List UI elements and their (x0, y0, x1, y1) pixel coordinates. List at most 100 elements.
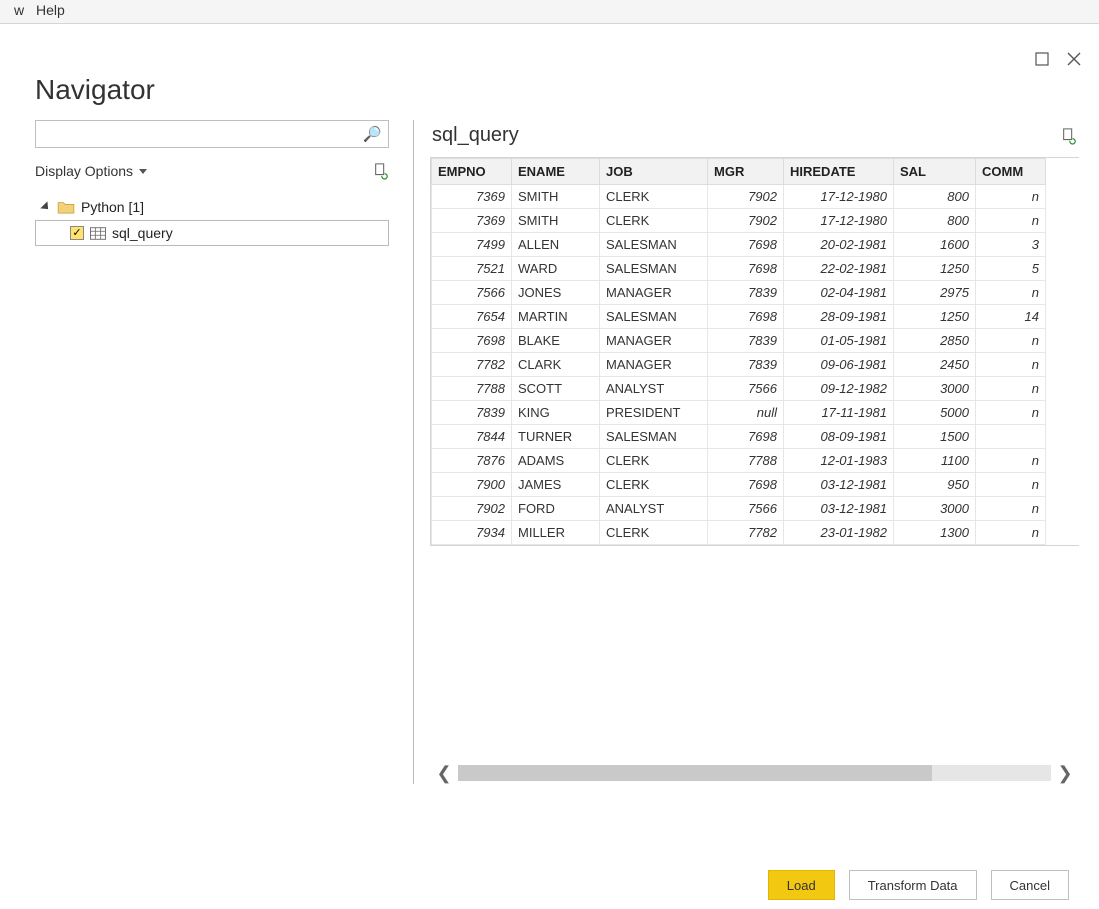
cell: 7782 (432, 353, 512, 377)
search-input[interactable] (44, 122, 361, 146)
table-row[interactable]: 7499ALLENSALESMAN769820-02-198116003 (432, 233, 1046, 257)
preview-refresh-icon[interactable] (1061, 127, 1077, 145)
cancel-button[interactable]: Cancel (991, 870, 1069, 900)
cell: SMITH (512, 185, 600, 209)
cell: SALESMAN (600, 233, 708, 257)
cell: 02-04-1981 (784, 281, 894, 305)
cell: 7839 (708, 329, 784, 353)
cell: 1250 (894, 305, 976, 329)
tree-node-label: Python [1] (81, 199, 144, 215)
table-row[interactable]: 7566JONESMANAGER783902-04-19812975n (432, 281, 1046, 305)
table-row[interactable]: 7654MARTINSALESMAN769828-09-1981125014 (432, 305, 1046, 329)
table-row[interactable]: 7369SMITHCLERK790217-12-1980800n (432, 209, 1046, 233)
scroll-track[interactable] (458, 765, 1051, 781)
table-row[interactable]: 7902FORDANALYST756603-12-19813000n (432, 497, 1046, 521)
column-header[interactable]: SAL (894, 159, 976, 185)
table-row[interactable]: 7369SMITHCLERK790217-12-1980800n (432, 185, 1046, 209)
cell: 7499 (432, 233, 512, 257)
cell: 1600 (894, 233, 976, 257)
column-header[interactable]: HIREDATE (784, 159, 894, 185)
cell: 7566 (708, 377, 784, 401)
cell: 14 (976, 305, 1046, 329)
cell: ALLEN (512, 233, 600, 257)
table-row[interactable]: 7782CLARKMANAGER783909-06-19812450n (432, 353, 1046, 377)
column-header[interactable]: EMPNO (432, 159, 512, 185)
cell: 17-11-1981 (784, 401, 894, 425)
table-row[interactable]: 7698BLAKEMANAGER783901-05-19812850n (432, 329, 1046, 353)
tree-checkbox[interactable] (70, 226, 84, 240)
dialog-footer: Load Transform Data Cancel (0, 870, 1099, 900)
cell: CLERK (600, 185, 708, 209)
cell: 7902 (708, 209, 784, 233)
cell: CLARK (512, 353, 600, 377)
cell: ANALYST (600, 497, 708, 521)
cell: 7902 (708, 185, 784, 209)
horizontal-scrollbar[interactable]: ❮ ❯ (430, 762, 1079, 784)
tree-node-database[interactable]: Python [1] (35, 194, 389, 220)
cell: 7566 (432, 281, 512, 305)
table-row[interactable]: 7934MILLERCLERK778223-01-19821300n (432, 521, 1046, 545)
cell: 7788 (432, 377, 512, 401)
tree-node-table[interactable]: sql_query (35, 220, 389, 246)
load-button[interactable]: Load (768, 870, 835, 900)
search-box[interactable]: 🔍 (35, 120, 389, 148)
table-row[interactable]: 7788SCOTTANALYST756609-12-19823000n (432, 377, 1046, 401)
cell: TURNER (512, 425, 600, 449)
cell: 5 (976, 257, 1046, 281)
cell: 17-12-1980 (784, 209, 894, 233)
cell: KING (512, 401, 600, 425)
cell: n (976, 377, 1046, 401)
dialog-title: Navigator (0, 24, 1099, 112)
table-row[interactable]: 7839KINGPRESIDENTnull17-11-19815000n (432, 401, 1046, 425)
display-options-dropdown[interactable]: Display Options (35, 163, 147, 179)
column-header[interactable]: COMM (976, 159, 1046, 185)
table-row[interactable]: 7900JAMESCLERK769803-12-1981950n (432, 473, 1046, 497)
table-row[interactable]: 7876ADAMSCLERK778812-01-19831100n (432, 449, 1046, 473)
window-controls (1035, 52, 1081, 66)
menubar: w Help (0, 0, 1099, 24)
menu-item-help[interactable]: Help (22, 0, 79, 21)
refresh-icon[interactable] (373, 162, 389, 180)
tree-expand-icon[interactable] (40, 201, 51, 212)
cell: 7934 (432, 521, 512, 545)
cell: 7698 (708, 305, 784, 329)
cell: 800 (894, 209, 976, 233)
cell: 7844 (432, 425, 512, 449)
table-row[interactable]: 7521WARDSALESMAN769822-02-198112505 (432, 257, 1046, 281)
cell: 17-12-1980 (784, 185, 894, 209)
cell: MILLER (512, 521, 600, 545)
table-row[interactable]: 7844TURNERSALESMAN769808-09-19811500 (432, 425, 1046, 449)
cell: FORD (512, 497, 600, 521)
cell: 08-09-1981 (784, 425, 894, 449)
transform-data-button[interactable]: Transform Data (849, 870, 977, 900)
maximize-icon[interactable] (1035, 52, 1049, 66)
cell: 3000 (894, 377, 976, 401)
column-header[interactable]: JOB (600, 159, 708, 185)
scroll-right-icon[interactable]: ❯ (1051, 762, 1079, 784)
cell: 7654 (432, 305, 512, 329)
column-header[interactable]: MGR (708, 159, 784, 185)
cell: 800 (894, 185, 976, 209)
scroll-left-icon[interactable]: ❮ (430, 762, 458, 784)
cell: 7876 (432, 449, 512, 473)
cell: 22-02-1981 (784, 257, 894, 281)
cell: 2850 (894, 329, 976, 353)
cell: 1500 (894, 425, 976, 449)
cell: 7369 (432, 209, 512, 233)
cell: 7839 (432, 401, 512, 425)
cell: 7839 (708, 353, 784, 377)
cell: null (708, 401, 784, 425)
cell: 7369 (432, 185, 512, 209)
cell: 950 (894, 473, 976, 497)
tree-node-label: sql_query (112, 225, 173, 241)
scroll-thumb[interactable] (458, 765, 932, 781)
cell: 7698 (432, 329, 512, 353)
cell: SALESMAN (600, 425, 708, 449)
column-header[interactable]: ENAME (512, 159, 600, 185)
cell: MANAGER (600, 281, 708, 305)
cell: SCOTT (512, 377, 600, 401)
search-icon[interactable]: 🔍 (361, 125, 382, 143)
cell: JONES (512, 281, 600, 305)
close-icon[interactable] (1067, 52, 1081, 66)
menu-item-view-partial[interactable]: w (0, 0, 22, 21)
